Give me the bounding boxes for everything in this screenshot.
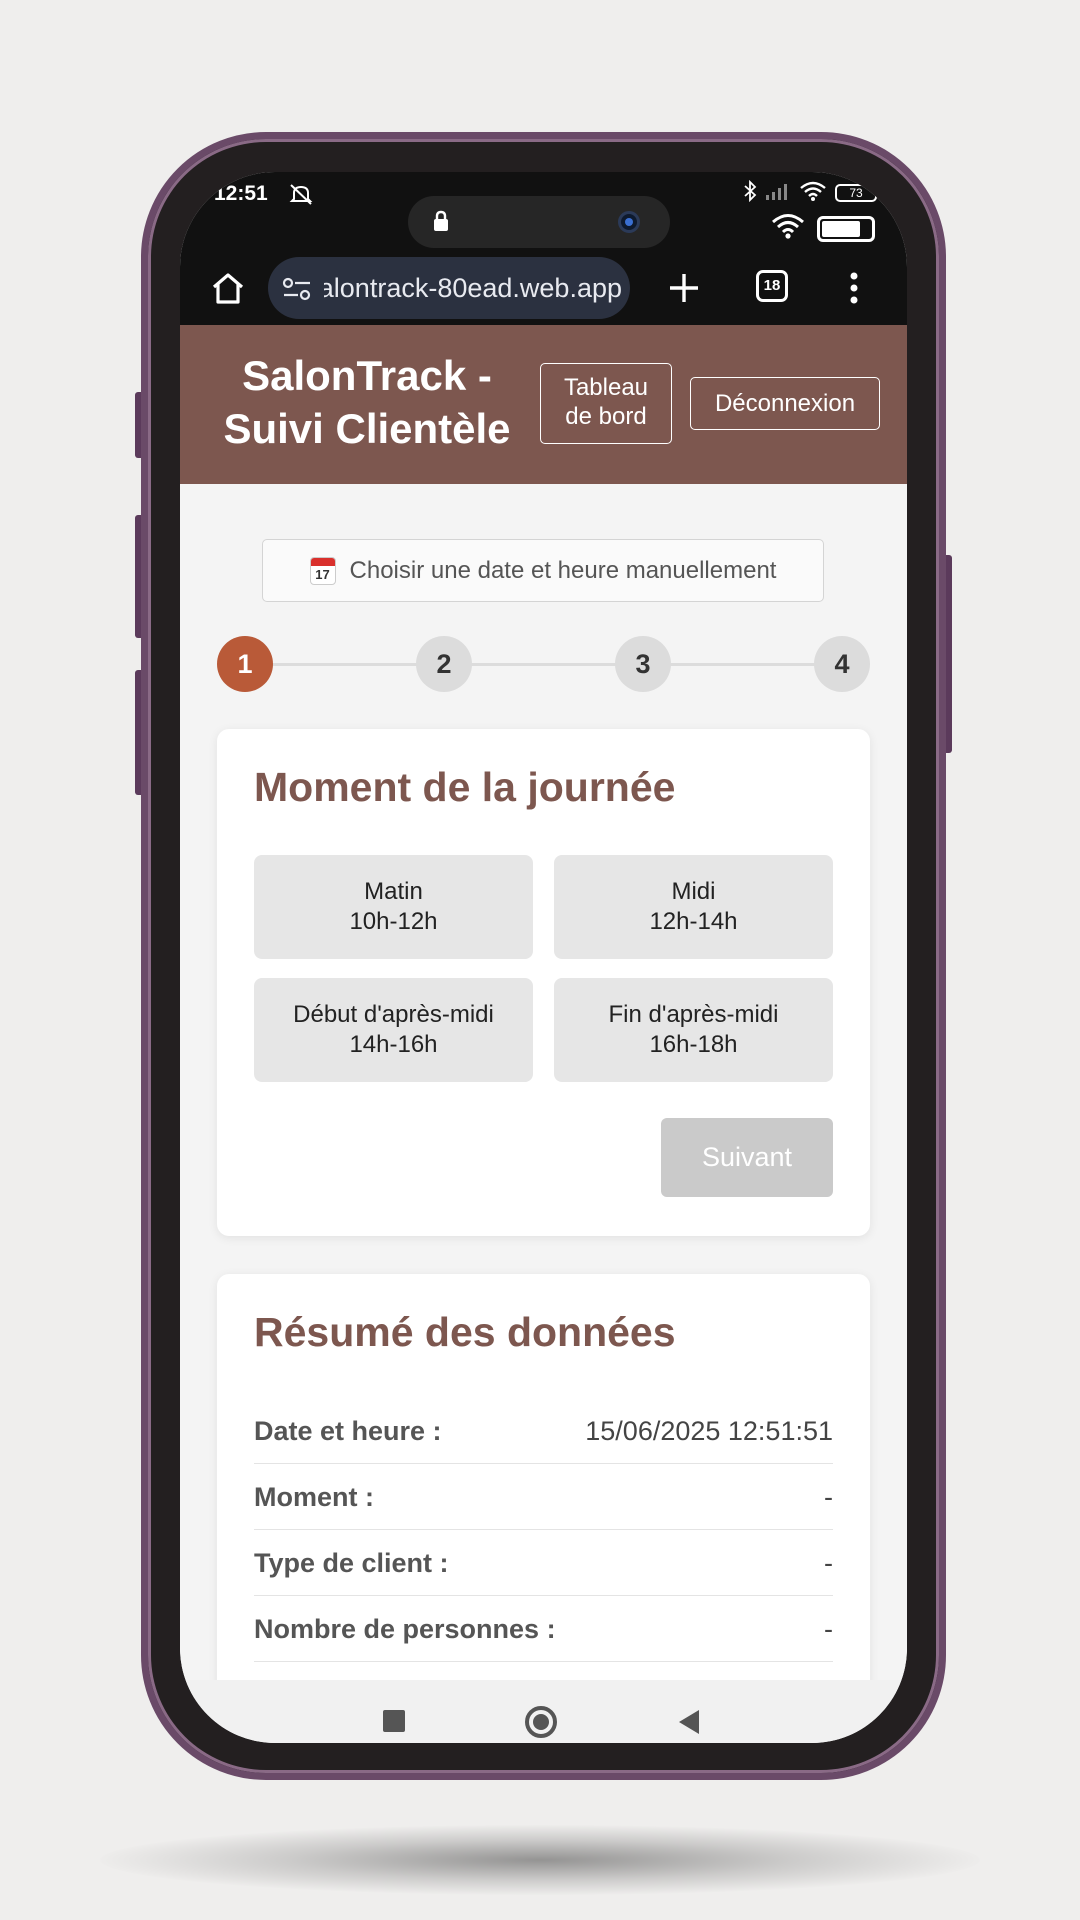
home-nav-icon[interactable] <box>525 1706 557 1738</box>
slot-fin-apres-midi-button[interactable]: Fin d'après-midi 16h-18h <box>554 978 833 1082</box>
summary-card-title: Résumé des données <box>254 1309 676 1355</box>
stage: 12:51 73 salontrack-80ead.web.app 18 Sal… <box>0 0 1080 1920</box>
step-4: 4 <box>814 636 870 692</box>
address-bar[interactable]: salontrack-80ead.web.app <box>268 257 630 319</box>
summary-label: Date et heure : <box>254 1416 442 1446</box>
summary-label: Nombre de personnes : <box>254 1614 556 1644</box>
stepper-line <box>245 663 842 666</box>
summary-value: - <box>824 1548 833 1578</box>
recents-icon[interactable] <box>383 1710 405 1732</box>
summary-value: - <box>824 1482 833 1512</box>
slot-hours: 16h-18h <box>649 1031 738 1058</box>
summary-row-datetime: Date et heure : 15/06/2025 12:51:51 <box>254 1398 833 1464</box>
page-title: SalonTrack - Suivi Clientèle <box>202 349 532 455</box>
stepper: 1 2 3 4 <box>217 636 870 692</box>
browser-toolbar: salontrack-80ead.web.app 18 <box>180 252 907 325</box>
calendar-icon <box>309 556 336 585</box>
step-1: 1 <box>217 636 273 692</box>
slot-hours: 10h-12h <box>349 908 438 935</box>
slot-hours: 12h-14h <box>649 908 738 935</box>
summary-row-moment: Moment : - <box>254 1464 833 1530</box>
summary-row-people-count: Nombre de personnes : - <box>254 1596 833 1662</box>
new-tab-icon[interactable] <box>662 266 706 310</box>
tab-switcher-icon[interactable]: 18 <box>756 270 788 302</box>
dashboard-label-1: Tableau <box>563 374 649 401</box>
status-bar: 12:51 73 <box>180 172 907 252</box>
slot-name: Matin <box>364 878 423 905</box>
site-settings-icon[interactable] <box>282 277 312 301</box>
step-3: 3 <box>615 636 671 692</box>
step-2: 2 <box>416 636 472 692</box>
back-icon[interactable] <box>679 1710 699 1734</box>
wifi-icon <box>799 180 827 206</box>
camera-cutout <box>408 196 670 248</box>
summary-value: 15/06/2025 12:51:51 <box>585 1416 833 1446</box>
moment-card-title: Moment de la journée <box>254 764 676 810</box>
slot-debut-apres-midi-button[interactable]: Début d'après-midi 14h-16h <box>254 978 533 1082</box>
summary-label: Type de client : <box>254 1548 449 1578</box>
summary-value: - <box>824 1614 833 1644</box>
title-line-2: Suivi Clientèle <box>223 405 511 452</box>
slot-name: Début d'après-midi <box>293 1001 494 1028</box>
manual-date-button[interactable]: Choisir une date et heure manuellement <box>262 539 824 602</box>
slot-hours: 14h-16h <box>349 1031 438 1058</box>
status-icons-bottom <box>771 212 875 245</box>
summary-card: Résumé des données Date et heure : 15/06… <box>217 1274 870 1680</box>
camera-lens <box>618 211 640 233</box>
signal-icon <box>765 181 791 205</box>
battery-level: 73 <box>835 184 877 202</box>
logout-button[interactable]: Déconnexion <box>690 377 880 430</box>
main-content: Choisir une date et heure manuellement 1… <box>180 484 907 1680</box>
url-text[interactable]: salontrack-80ead.web.app <box>324 273 622 304</box>
manual-date-label: Choisir une date et heure manuellement <box>349 556 777 584</box>
app-header: SalonTrack - Suivi Clientèle Tableau de … <box>180 325 907 484</box>
title-line-1: SalonTrack - <box>242 352 492 399</box>
home-icon[interactable] <box>206 266 250 310</box>
more-menu-icon[interactable] <box>844 266 864 310</box>
slot-name: Fin d'après-midi <box>608 1001 779 1028</box>
muted-bell-icon <box>288 182 314 212</box>
summary-label: Moment : <box>254 1482 374 1512</box>
moment-card: Moment de la journée Matin 10h-12h Midi … <box>217 729 870 1236</box>
dashboard-label-2: de bord <box>565 403 647 430</box>
slot-midi-button[interactable]: Midi 12h-14h <box>554 855 833 959</box>
battery-icon <box>817 215 875 242</box>
next-button[interactable]: Suivant <box>661 1118 833 1197</box>
status-time: 12:51 <box>214 182 268 205</box>
lock-icon <box>432 210 450 232</box>
system-nav-bar <box>180 1680 907 1743</box>
slot-name: Midi <box>671 878 716 905</box>
dashboard-button[interactable]: Tableau de bord <box>540 363 672 444</box>
summary-row-client-type: Type de client : - <box>254 1530 833 1596</box>
status-icons-top: 73 <box>743 179 877 206</box>
phone-shadow <box>100 1825 980 1895</box>
wifi-icon <box>771 212 805 245</box>
bluetooth-icon <box>743 179 757 206</box>
slot-matin-button[interactable]: Matin 10h-12h <box>254 855 533 959</box>
phone-screen: 12:51 73 salontrack-80ead.web.app 18 Sal… <box>180 172 907 1743</box>
